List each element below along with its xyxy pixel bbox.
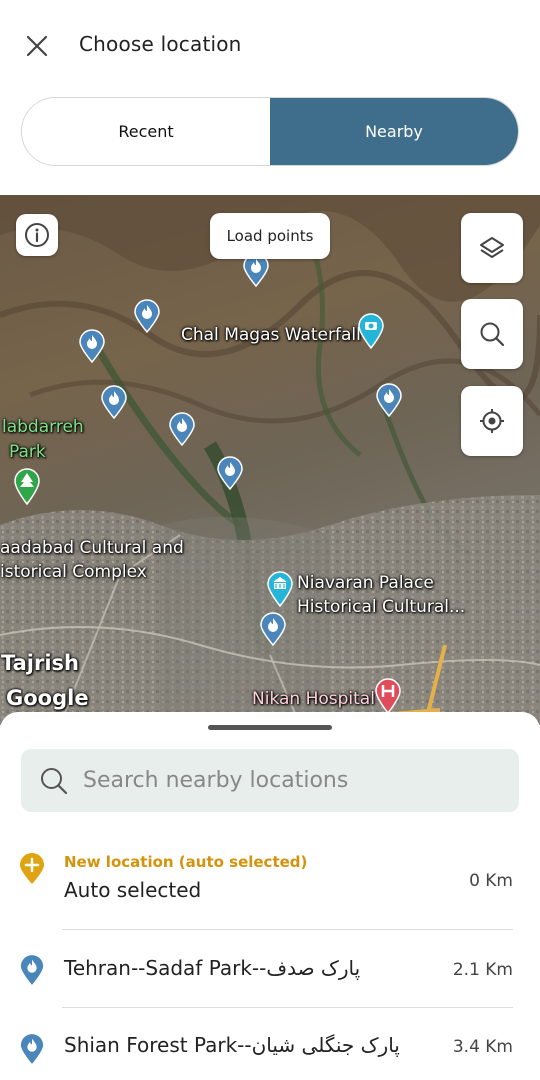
map-label-hospital: Nikan Hospital (252, 689, 375, 709)
crosshair-icon (480, 409, 504, 433)
museum-poi-icon[interactable] (266, 571, 294, 607)
park-poi-icon[interactable] (13, 467, 41, 505)
map-label-waterfall: Chal Magas Waterfall (181, 325, 361, 345)
map-label-tajrish: Tajrish (1, 651, 79, 675)
map-label-complex-line1: aadabad Cultural and (0, 538, 184, 558)
page-title: Choose location (79, 32, 242, 56)
fire-pin-icon[interactable] (216, 456, 244, 490)
fire-pin-icon (20, 955, 44, 985)
plus-pin-icon (20, 853, 44, 884)
map-search-button[interactable] (461, 299, 523, 369)
fire-pin-icon[interactable] (78, 329, 106, 363)
my-location-button[interactable] (461, 386, 523, 456)
drag-handle[interactable] (208, 725, 332, 730)
search-input[interactable] (83, 749, 503, 812)
search-bar (21, 749, 519, 812)
map-label-palace-line2: Historical Cultural... (297, 597, 466, 617)
app: Choose location Recent Nearby Chal Magas… (0, 0, 540, 1080)
list-item-title: Auto selected (64, 878, 202, 902)
fire-pin-icon[interactable] (375, 383, 403, 417)
list-item[interactable]: New location (auto selected) Auto select… (0, 850, 540, 928)
info-icon (25, 223, 49, 247)
bottom-sheet: New location (auto selected) Auto select… (0, 712, 540, 1080)
tab-nearby[interactable]: Nearby (270, 98, 518, 165)
search-icon (480, 322, 505, 347)
fire-pin-icon[interactable] (259, 612, 287, 646)
fire-pin-icon[interactable] (168, 412, 196, 446)
header: Choose location (0, 0, 540, 92)
fire-pin-icon (20, 1034, 44, 1064)
close-button[interactable] (18, 27, 56, 65)
layers-button[interactable] (461, 213, 523, 283)
map-label-park-line1: labdarreh (2, 417, 84, 437)
list-item[interactable]: Tehran--Sadaf Park--پارک صدف 2.1 Km (0, 930, 540, 1006)
list-item-subtitle: New location (auto selected) (64, 853, 308, 871)
fire-pin-icon[interactable] (133, 299, 161, 333)
list-item[interactable]: Shian Forest Park--پارک جنگلی شیان 3.4 K… (0, 1008, 540, 1080)
list-item-distance: 2.1 Km (452, 960, 513, 980)
hospital-poi-icon[interactable] (374, 678, 402, 714)
list-item-distance: 0 Km (469, 871, 513, 891)
fire-pin-icon[interactable] (100, 385, 128, 419)
layers-icon (480, 237, 504, 258)
load-points-button[interactable]: Load points (210, 213, 330, 259)
info-button[interactable] (16, 214, 58, 256)
search-icon (41, 768, 68, 795)
list-item-distance: 3.4 Km (452, 1037, 513, 1057)
camera-poi-icon[interactable] (357, 313, 385, 349)
google-logo: Google (6, 686, 89, 710)
close-icon (26, 35, 48, 57)
map-view[interactable]: Chal Magas Waterfall labdarreh Park aada… (0, 195, 540, 725)
map-label-park-line2: Park (9, 442, 46, 462)
list-item-title: Tehran--Sadaf Park--پارک صدف (64, 956, 361, 980)
map-label-complex-line2: istorical Complex (0, 562, 147, 582)
tab-recent[interactable]: Recent (22, 98, 270, 165)
list-item-title: Shian Forest Park--پارک جنگلی شیان (64, 1033, 400, 1057)
map-label-palace-line1: Niavaran Palace (297, 573, 434, 593)
location-mode-toggle: Recent Nearby (21, 97, 519, 166)
